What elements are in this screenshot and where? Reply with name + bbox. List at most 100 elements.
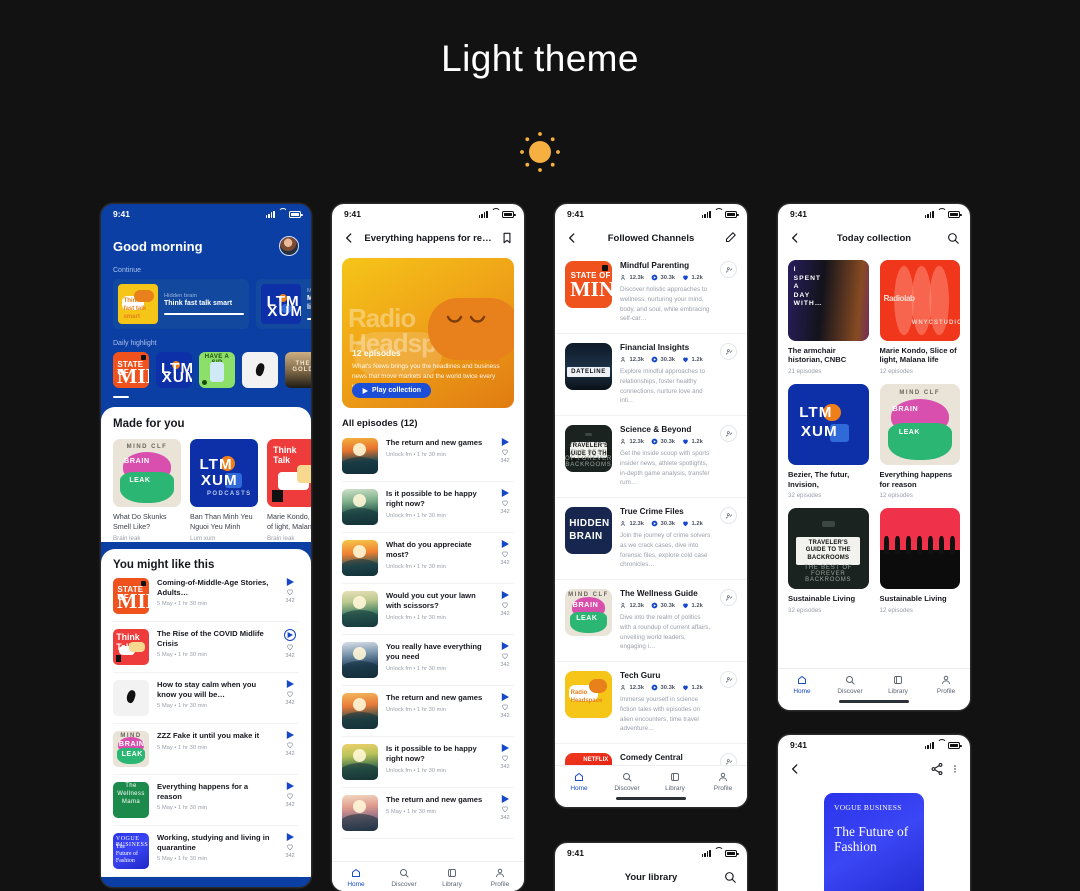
episode-row[interactable]: The return and new games Unlock fm • 1 hr… xyxy=(342,686,514,737)
back-icon[interactable] xyxy=(788,231,802,245)
play-button[interactable] xyxy=(501,795,509,803)
tab-discover[interactable]: Discover xyxy=(380,867,428,888)
episode-row[interactable]: Is it possible to be happy right now? Unl… xyxy=(342,482,514,533)
collection-card[interactable]: I SPENT A DAY WITH… The armchair historian, C… xyxy=(788,260,869,375)
highlight-item[interactable]: STATE OFMIND xyxy=(113,352,149,388)
play-button[interactable] xyxy=(286,832,294,841)
avatar[interactable] xyxy=(279,236,299,256)
share-icon[interactable] xyxy=(930,762,944,776)
carousel-indicator[interactable] xyxy=(113,396,129,399)
follow-button[interactable] xyxy=(720,589,737,606)
play-button[interactable] xyxy=(501,438,509,446)
play-button[interactable] xyxy=(501,591,509,599)
continue-card[interactable]: LTMXUM Mindful Parenting Marie Kondo, Sl… xyxy=(256,279,311,329)
search-icon[interactable] xyxy=(946,231,960,245)
collection-card[interactable]: MIND CLF BRAIN LEAK Everything happens for … xyxy=(879,384,960,499)
play-button[interactable] xyxy=(286,679,294,688)
continue-card[interactable]: Think fast talk smart Hidden brain Think f… xyxy=(113,279,249,329)
more-vertical-icon[interactable] xyxy=(950,762,960,776)
like-icon[interactable] xyxy=(286,588,294,596)
play-button[interactable] xyxy=(286,730,294,739)
episode-row[interactable]: ThinkTalk The Rise of the COVID Midlife C… xyxy=(113,622,299,673)
progress-bar[interactable] xyxy=(164,313,244,316)
channel-row[interactable]: HIDDEN BRAIN True Crime Files 12.3k 30.3k 1.2… xyxy=(555,498,747,580)
edit-icon[interactable] xyxy=(723,231,737,245)
tab-profile[interactable]: Profile xyxy=(699,771,747,792)
highlight-item[interactable]: LTMXUM xyxy=(156,352,192,388)
play-button[interactable] xyxy=(501,540,509,548)
like-icon[interactable] xyxy=(286,843,294,851)
like-icon[interactable] xyxy=(286,741,294,749)
tab-library[interactable]: Library xyxy=(874,674,922,695)
daily-highlight-row[interactable]: STATE OFMIND LTMXUM HAVE A SIP THE GOLD xyxy=(113,352,311,388)
highlight-item[interactable]: THE GOLD xyxy=(285,352,311,388)
play-button[interactable] xyxy=(501,642,509,650)
play-button[interactable] xyxy=(501,693,509,701)
tab-profile[interactable]: Profile xyxy=(922,674,970,695)
episode-row[interactable]: What do you appreciate most? Unlock fm • … xyxy=(342,533,514,584)
episode-row[interactable]: The Wellness Mama Everything happens for a … xyxy=(113,775,299,826)
channel-row[interactable]: TRAVELER'S GUIDE TO THE BACKROOMS THE BEST … xyxy=(555,416,747,498)
like-icon[interactable] xyxy=(501,805,509,813)
highlight-item[interactable]: HAVE A SIP xyxy=(199,352,235,388)
collection-card[interactable]: LTM XUM Bezier, The futur, Invision, 32 epi… xyxy=(788,384,869,499)
channel-row[interactable]: MIND CLF BRAIN LEAK The Wellness Guide 12.3k… xyxy=(555,580,747,662)
like-icon[interactable] xyxy=(501,601,509,609)
play-button[interactable] xyxy=(286,577,294,586)
like-icon[interactable] xyxy=(501,448,509,456)
channel-row[interactable]: Radio Headspace Tech Guru 12.3k 30.3k 1.2k Imm… xyxy=(555,662,747,744)
episode-row[interactable]: VOGUE BUSINESS The Future of Fashion Working… xyxy=(113,826,299,877)
collection-card[interactable]: Sustainable Living 12 episodes xyxy=(879,508,960,614)
play-button[interactable] xyxy=(501,744,509,752)
bookmark-icon[interactable] xyxy=(500,231,514,245)
play-button[interactable] xyxy=(501,489,509,497)
episode-row[interactable]: Would you cut your lawn with scissors? Un… xyxy=(342,584,514,635)
continue-row[interactable]: Think fast talk smart Hidden brain Think f… xyxy=(113,279,311,329)
episode-row[interactable]: How to stay calm when you know you will … xyxy=(113,673,299,724)
tab-profile[interactable]: Profile xyxy=(476,867,524,888)
tab-home[interactable]: Home xyxy=(778,674,826,695)
play-button[interactable] xyxy=(286,781,294,790)
episode-row[interactable]: The return and new games Unlock fm • 1 hr… xyxy=(342,431,514,482)
back-icon[interactable] xyxy=(788,762,802,776)
follow-button[interactable] xyxy=(720,507,737,524)
tab-library[interactable]: Library xyxy=(651,771,699,792)
follow-button[interactable] xyxy=(720,261,737,278)
episode-row[interactable]: The return and new games 5 May • 1 hr 30 … xyxy=(342,788,514,839)
made-card[interactable]: ThinkTalk Marie Kondo, Slice of light, M… xyxy=(267,439,311,542)
collection-card[interactable]: TRAVELER'S GUIDE TO THE BACKROOMS THE BEST … xyxy=(788,508,869,614)
progress-bar[interactable] xyxy=(307,317,311,320)
like-icon[interactable] xyxy=(286,643,294,651)
tab-discover[interactable]: Discover xyxy=(826,674,874,695)
made-card[interactable]: LTM XUM PODCASTS Ban Than Minh Yeu Nguoi Y… xyxy=(190,439,258,542)
episode-row[interactable]: STATE OFMIND Coming-of-Middle-Age Stories… xyxy=(113,571,299,622)
channel-row[interactable]: STATE OFMIND Mindful Parenting 12.3k 30.3k 1… xyxy=(555,252,747,334)
tab-home[interactable]: Home xyxy=(555,771,603,792)
made-for-you-row[interactable]: MIND CLF BRAIN LEAK What Do Skunks Smell L… xyxy=(113,439,311,542)
back-icon[interactable] xyxy=(565,231,579,245)
tab-discover[interactable]: Discover xyxy=(603,771,651,792)
collection-card[interactable]: RadiolabWNYCSTUDIOS Marie Kondo, Slice of… xyxy=(879,260,960,375)
made-card[interactable]: MIND CLF BRAIN LEAK What Do Skunks Smell L… xyxy=(113,439,181,542)
episode-row[interactable]: MIND CLFBRAINLEAK ZZZ Fake it until you m… xyxy=(113,724,299,775)
follow-button[interactable] xyxy=(720,671,737,688)
play-button[interactable] xyxy=(284,628,296,641)
channel-row[interactable]: DATELINE Financial Insights 12.3k 30.3k 1.2k… xyxy=(555,334,747,416)
episode-row[interactable]: Is it possible to be happy right now? Unl… xyxy=(342,737,514,788)
follow-button[interactable] xyxy=(720,425,737,442)
like-icon[interactable] xyxy=(501,754,509,762)
tab-home[interactable]: Home xyxy=(332,867,380,888)
episode-row[interactable]: You really have everything you need Unloc… xyxy=(342,635,514,686)
highlight-item[interactable] xyxy=(242,352,278,388)
like-icon[interactable] xyxy=(501,499,509,507)
play-collection-button[interactable]: Play collection xyxy=(352,383,432,398)
collection-hero[interactable]: Radio Headspace 12 episodes What's News … xyxy=(342,258,514,408)
tab-library[interactable]: Library xyxy=(428,867,476,888)
like-icon[interactable] xyxy=(501,550,509,558)
like-icon[interactable] xyxy=(501,703,509,711)
like-icon[interactable] xyxy=(286,792,294,800)
back-icon[interactable] xyxy=(342,231,356,245)
search-icon[interactable] xyxy=(723,870,737,884)
like-icon[interactable] xyxy=(501,652,509,660)
follow-button[interactable] xyxy=(720,343,737,360)
